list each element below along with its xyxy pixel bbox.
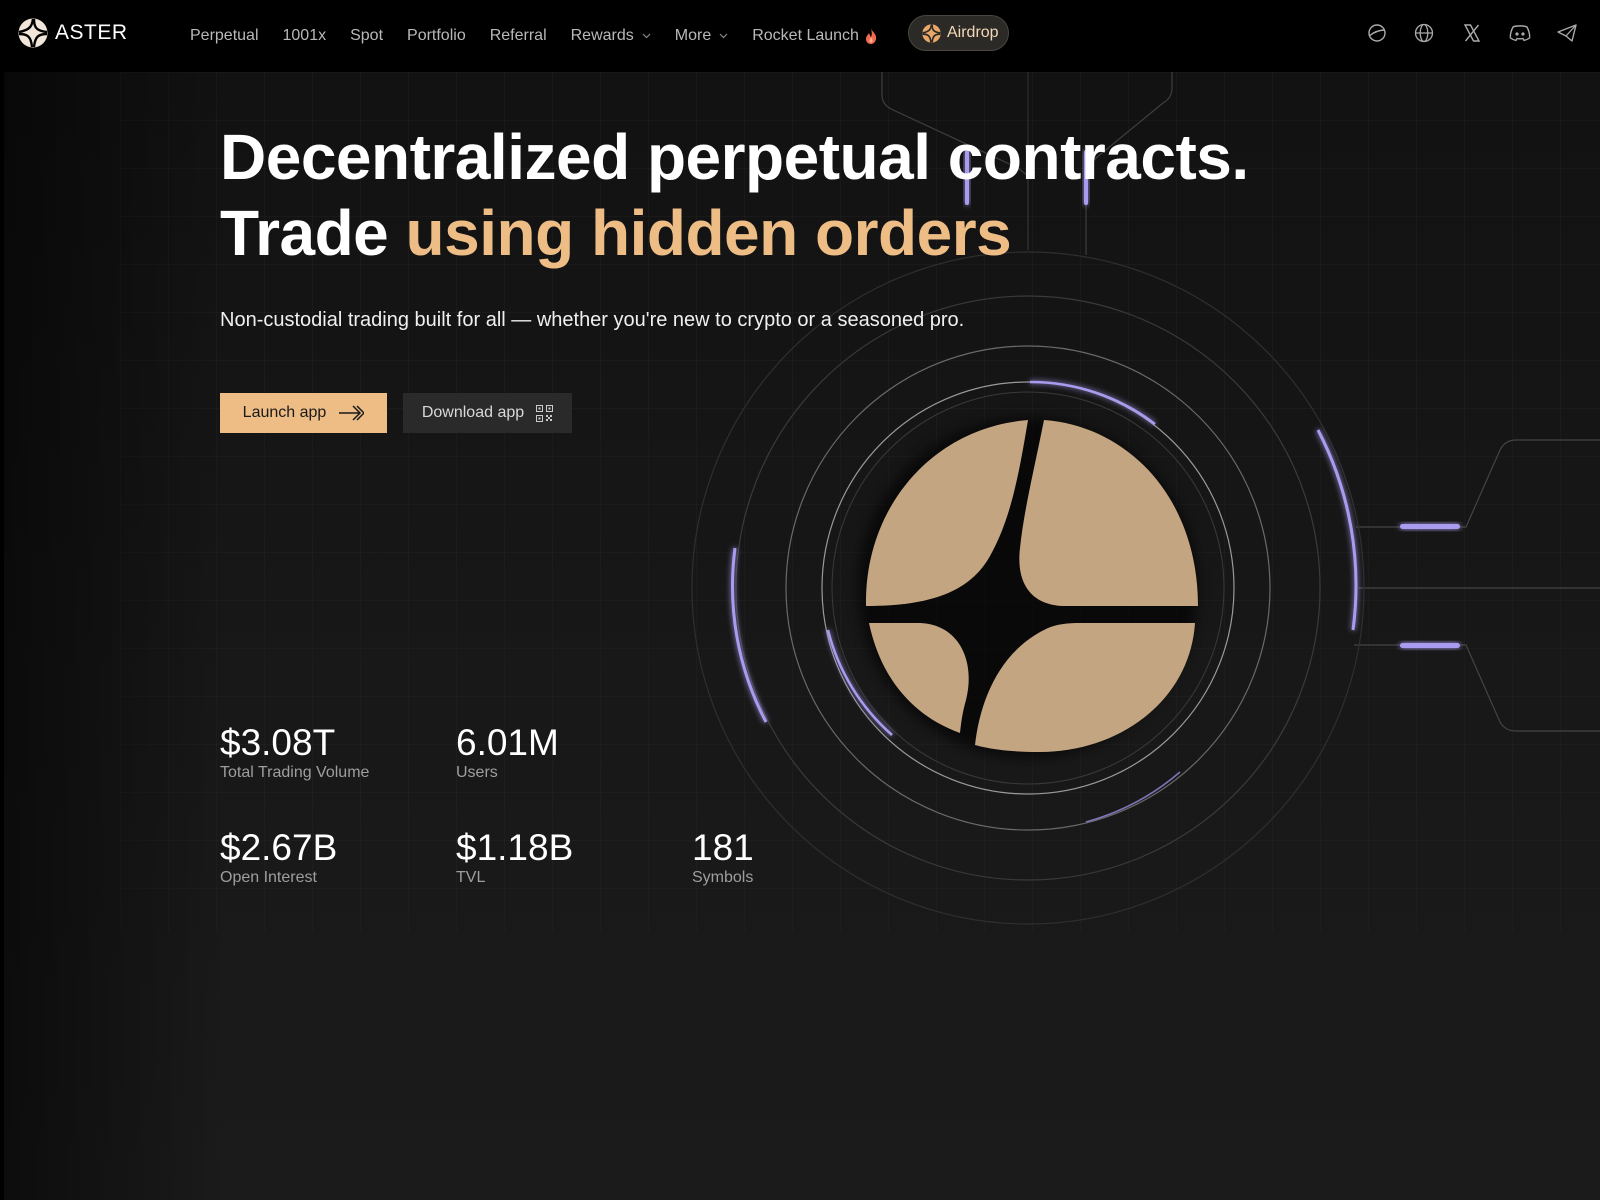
- stat-total-trading-volume: $3.08T Total Trading Volume: [220, 723, 369, 782]
- nav-perpetual[interactable]: Perpetual: [190, 27, 259, 45]
- aster-logo-icon: [18, 18, 48, 48]
- nav-1001x[interactable]: 1001x: [283, 27, 327, 45]
- nav-referral[interactable]: Referral: [490, 27, 547, 45]
- globe-icon[interactable]: [1413, 22, 1435, 44]
- nav-rocket-launch-label: Rocket Launch: [752, 27, 859, 44]
- nav-referral-label: Referral: [489, 27, 547, 44]
- launch-app-button[interactable]: Launch app: [220, 393, 387, 433]
- landing-page: ASTER Perpetual 1001x Spot Portfolio Ref…: [0, 0, 1600, 1200]
- airdrop-button[interactable]: Airdrop: [908, 15, 1009, 51]
- top-navbar: ASTER Perpetual 1001x Spot Portfolio Ref…: [0, 0, 1600, 72]
- stat-value: 181: [692, 827, 754, 868]
- download-app-button[interactable]: Download app: [403, 393, 572, 433]
- nav-more-label: More: [674, 27, 712, 44]
- stat-value: $1.18B: [456, 827, 574, 868]
- nav-1001x-label: 1001x: [282, 27, 327, 44]
- nav-spot[interactable]: Spot: [350, 27, 383, 45]
- hero-title-line1: Decentralized perpetual contracts.: [220, 121, 1249, 193]
- nav-perpetual-label: Perpetual: [190, 27, 259, 44]
- qr-code-icon: [536, 404, 554, 422]
- nav-portfolio-label: Portfolio: [407, 27, 466, 44]
- stat-symbols: 181 Symbols: [692, 828, 754, 887]
- chevron-down-icon: [719, 33, 728, 39]
- nav-links: Perpetual 1001x Spot Portfolio Referral …: [190, 0, 901, 72]
- hero-title-prefix: Trade: [220, 197, 389, 269]
- nav-rewards-label: Rewards: [570, 27, 634, 44]
- download-app-label: Download app: [421, 404, 525, 421]
- hero-title-line2: Trade using hidden orders: [220, 196, 1012, 270]
- stat-users: 6.01M Users: [456, 723, 559, 782]
- stat-label: Symbols: [692, 869, 754, 886]
- stat-value: 6.01M: [456, 722, 559, 763]
- x-icon[interactable]: [1461, 22, 1483, 44]
- nav-portfolio[interactable]: Portfolio: [407, 27, 466, 45]
- arrow-right-icon: [338, 405, 365, 421]
- brand[interactable]: ASTER: [18, 18, 128, 48]
- brand-name: ASTER: [55, 21, 128, 44]
- launch-app-label: Launch app: [242, 404, 327, 421]
- chevron-down-icon: [642, 33, 651, 39]
- nav-more[interactable]: More: [675, 27, 728, 45]
- discord-icon[interactable]: [1508, 22, 1532, 44]
- hero-subtitle: Non-custodial trading built for all — wh…: [220, 309, 965, 331]
- aster-logo-icon: [922, 23, 941, 43]
- stat-label: TVL: [456, 869, 486, 886]
- flame-icon: [865, 28, 877, 44]
- stat-value: $3.08T: [220, 722, 336, 763]
- stat-label: Total Trading Volume: [220, 764, 370, 781]
- stat-label: Open Interest: [220, 869, 317, 886]
- planet-icon[interactable]: [1366, 22, 1388, 44]
- stat-tvl: $1.18B TVL: [456, 828, 573, 887]
- nav-spot-label: Spot: [350, 27, 384, 44]
- stat-value: $2.67B: [220, 827, 338, 868]
- telegram-icon[interactable]: [1556, 22, 1578, 44]
- nav-rewards[interactable]: Rewards: [571, 27, 651, 45]
- stat-open-interest: $2.67B Open Interest: [220, 828, 337, 887]
- nav-rocket-launch[interactable]: Rocket Launch: [752, 27, 877, 45]
- hero-title-accent: using hidden orders: [405, 197, 1012, 269]
- airdrop-label: Airdrop: [947, 24, 999, 41]
- stat-label: Users: [456, 764, 498, 781]
